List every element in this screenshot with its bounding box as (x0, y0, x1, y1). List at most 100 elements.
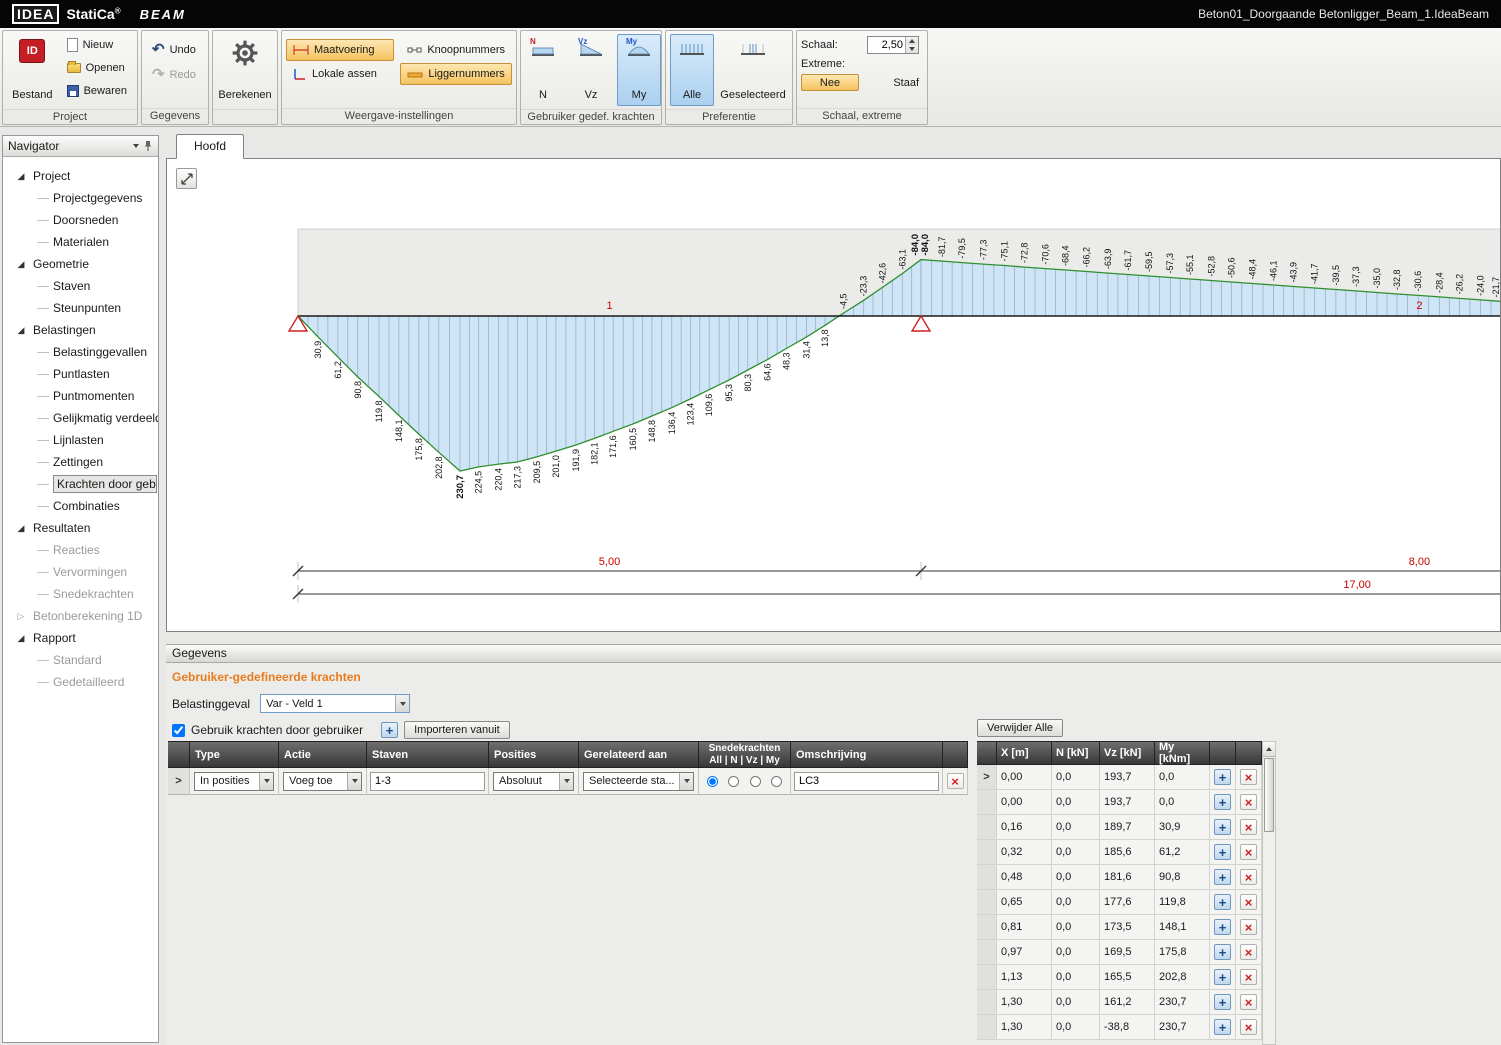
row-selector[interactable]: > (168, 768, 190, 795)
expander-icon[interactable]: ◢ (16, 633, 26, 644)
delete-row-button[interactable]: × (1240, 1019, 1257, 1035)
row-selector[interactable] (977, 840, 997, 865)
lokale-assen-toggle[interactable]: Lokale assen (286, 63, 394, 85)
extreme-nee-button[interactable]: Nee (801, 74, 859, 91)
row-selector[interactable] (977, 915, 997, 940)
nav-item-lijnlasten[interactable]: Lijnlasten (3, 429, 158, 451)
nav-item-doorsneden[interactable]: Doorsneden (3, 209, 158, 231)
bewaren-button[interactable]: Bewaren (61, 80, 133, 101)
insert-row-button[interactable]: + (1214, 819, 1231, 835)
posities-dropdown[interactable]: Absoluut (493, 772, 574, 791)
navigator-dropdown-icon[interactable] (133, 144, 139, 148)
snede-radio-all[interactable] (707, 776, 718, 787)
type-dropdown[interactable]: In posities (194, 772, 274, 791)
add-assignment-button[interactable]: + (381, 722, 398, 738)
expander-icon[interactable]: ◢ (16, 259, 26, 270)
nieuw-button[interactable]: Nieuw (61, 34, 133, 55)
row-selector[interactable] (977, 965, 997, 990)
delete-row-button[interactable]: × (1240, 944, 1257, 960)
knoopnummers-toggle[interactable]: Knoopnummers (400, 39, 512, 61)
row-selector[interactable] (977, 790, 997, 815)
row-selector[interactable] (977, 990, 997, 1015)
insert-row-button[interactable]: + (1214, 969, 1231, 985)
schaal-input[interactable] (868, 37, 905, 53)
diagram-canvas[interactable]: 30,961,290,8119,8148,1175,8202,8230,7224… (166, 158, 1501, 632)
scrollbar-thumb[interactable] (1264, 758, 1274, 832)
insert-row-button[interactable]: + (1214, 994, 1231, 1010)
snede-radio-vz[interactable] (750, 776, 761, 787)
nav-item-puntmomenten[interactable]: Puntmomenten (3, 385, 158, 407)
expander-icon[interactable]: ◢ (16, 325, 26, 336)
snede-radio-my[interactable] (771, 776, 782, 787)
delete-row-button[interactable]: × (1240, 769, 1257, 785)
insert-row-button[interactable]: + (1214, 944, 1231, 960)
nav-item-krachten-door-gebruiker[interactable]: Krachten door gebruiker (3, 473, 158, 495)
scroll-up-icon[interactable] (1263, 742, 1275, 757)
insert-row-button[interactable]: + (1214, 1019, 1231, 1035)
insert-row-button[interactable]: + (1214, 794, 1231, 810)
row-selector[interactable] (977, 815, 997, 840)
nav-item-gelijkmatig-verdeeld[interactable]: Gelijkmatig verdeeld (3, 407, 158, 429)
openen-button[interactable]: Openen (61, 57, 133, 78)
belastinggeval-dropdown[interactable]: Var - Veld 1 (260, 694, 410, 713)
delete-row-button[interactable]: × (1240, 919, 1257, 935)
nav-item-rapport[interactable]: ◢Rapport (3, 627, 158, 649)
nav-item-resultaten[interactable]: ◢Resultaten (3, 517, 158, 539)
expander-icon[interactable]: ◢ (16, 171, 26, 182)
nav-item-staven[interactable]: Staven (3, 275, 158, 297)
force-my-button[interactable]: My My (617, 34, 661, 106)
insert-row-button[interactable]: + (1214, 894, 1231, 910)
nav-item-reacties[interactable]: Reacties (3, 539, 158, 561)
delete-row-button[interactable]: × (1240, 844, 1257, 860)
insert-row-button[interactable]: + (1214, 869, 1231, 885)
tab-hoofd[interactable]: Hoofd (176, 134, 244, 159)
nav-item-combinaties[interactable]: Combinaties (3, 495, 158, 517)
force-n-button[interactable]: N N (521, 34, 565, 106)
nav-item-zettingen[interactable]: Zettingen (3, 451, 158, 473)
force-vz-button[interactable]: Vz Vz (569, 34, 613, 106)
nav-item-vervormingen[interactable]: Vervormingen (3, 561, 158, 583)
nav-item-geometrie[interactable]: ◢Geometrie (3, 253, 158, 275)
nav-item-projectgegevens[interactable]: Projectgegevens (3, 187, 158, 209)
schaal-spinner[interactable] (867, 36, 919, 54)
bestand-button[interactable]: ID Bestand (7, 34, 58, 106)
insert-row-button[interactable]: + (1214, 919, 1231, 935)
delete-row-button[interactable]: × (1240, 869, 1257, 885)
nav-item-gedetailleerd[interactable]: Gedetailleerd (3, 671, 158, 693)
delete-row-button[interactable]: × (1240, 894, 1257, 910)
spin-down-icon[interactable] (906, 45, 918, 53)
pin-icon[interactable] (143, 140, 153, 152)
delete-assignment-button[interactable]: × (947, 773, 964, 789)
geselecteerd-button[interactable]: Geselecteerd (718, 34, 788, 106)
expander-icon[interactable]: ◢ (16, 523, 26, 534)
insert-row-button[interactable]: + (1214, 844, 1231, 860)
spin-up-icon[interactable] (906, 37, 918, 45)
liggernummers-toggle[interactable]: Liggernummers (400, 63, 512, 85)
gerelateerd-dropdown[interactable]: Selecteerde sta... (583, 772, 694, 791)
row-selector[interactable] (977, 890, 997, 915)
delete-row-button[interactable]: × (1240, 969, 1257, 985)
nav-item-belastingen[interactable]: ◢Belastingen (3, 319, 158, 341)
import-button[interactable]: Importeren vanuit (404, 721, 510, 739)
gegevens-panel-header[interactable]: Gegevens (166, 644, 1501, 663)
row-selector[interactable]: > (977, 765, 997, 790)
nav-item-standard[interactable]: Standard (3, 649, 158, 671)
fit-view-button[interactable] (176, 168, 197, 189)
redo-button[interactable]: ↷Redo (146, 64, 202, 85)
omschrijving-input[interactable] (794, 772, 939, 791)
berekenen-button[interactable]: Berekenen (217, 34, 273, 106)
nav-item-materialen[interactable]: Materialen (3, 231, 158, 253)
nav-item-betonberekening-1d[interactable]: ▷Betonberekening 1D (3, 605, 158, 627)
expander-icon[interactable]: ▷ (16, 611, 26, 622)
use-user-forces-checkbox[interactable] (172, 724, 185, 737)
row-selector[interactable] (977, 865, 997, 890)
nav-item-belastinggevallen[interactable]: Belastinggevallen (3, 341, 158, 363)
insert-row-button[interactable]: + (1214, 769, 1231, 785)
nav-item-steunpunten[interactable]: Steunpunten (3, 297, 158, 319)
delete-row-button[interactable]: × (1240, 819, 1257, 835)
snede-radio-n[interactable] (728, 776, 739, 787)
row-selector[interactable] (977, 940, 997, 965)
values-scrollbar[interactable] (1262, 741, 1276, 1045)
nav-item-snedekrachten[interactable]: Snedekrachten (3, 583, 158, 605)
alle-button[interactable]: Alle (670, 34, 714, 106)
